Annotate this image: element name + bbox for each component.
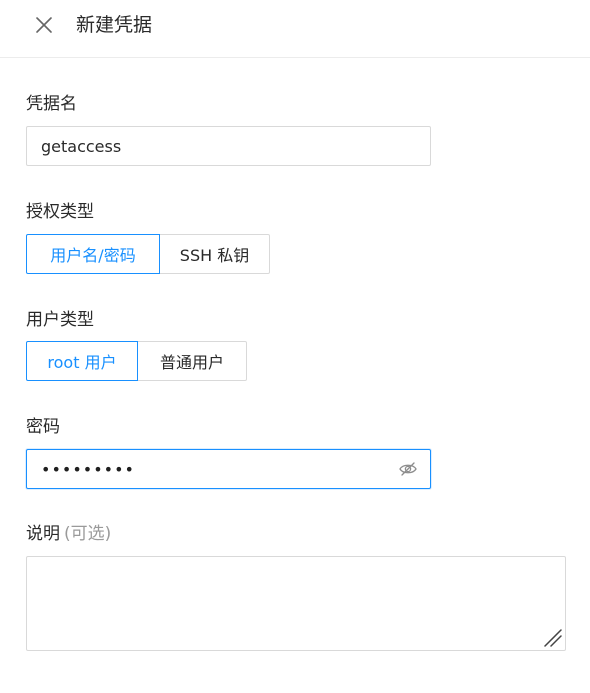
close-icon xyxy=(29,10,59,40)
password-label: 密码 xyxy=(26,417,60,437)
panel-header: 新建凭据 xyxy=(0,0,590,58)
user-type-label: 用户类型 xyxy=(26,310,94,330)
eye-off-icon[interactable] xyxy=(398,459,418,479)
user-type-option-normal[interactable]: 普通用户 xyxy=(137,341,247,381)
close-button[interactable] xyxy=(29,10,59,40)
resize-handle-icon[interactable] xyxy=(541,626,563,648)
auth-type-label: 授权类型 xyxy=(26,202,94,222)
new-credential-panel: 新建凭据 凭据名 getaccess 授权类型 用户名/密码 SSH 私钥 用户… xyxy=(0,0,590,693)
auth-type-option-password[interactable]: 用户名/密码 xyxy=(26,234,160,274)
description-label: 说明 (可选) xyxy=(26,522,111,546)
auth-type-segmented: 用户名/密码 SSH 私钥 xyxy=(26,234,270,274)
password-masked-value: ••••••••• xyxy=(41,459,135,479)
credential-name-value: getaccess xyxy=(41,136,122,156)
user-type-option-root[interactable]: root 用户 xyxy=(26,341,138,381)
credential-name-label: 凭据名 xyxy=(26,94,77,114)
description-label-text: 说明 xyxy=(26,524,60,544)
auth-type-option-ssh-key[interactable]: SSH 私钥 xyxy=(159,234,270,274)
password-input[interactable]: ••••••••• xyxy=(26,449,431,489)
credential-name-input[interactable]: getaccess xyxy=(26,126,431,166)
description-textarea[interactable] xyxy=(26,556,566,651)
description-optional-hint: (可选) xyxy=(64,524,112,544)
user-type-segmented: root 用户 普通用户 xyxy=(26,341,247,381)
panel-title: 新建凭据 xyxy=(76,14,153,36)
